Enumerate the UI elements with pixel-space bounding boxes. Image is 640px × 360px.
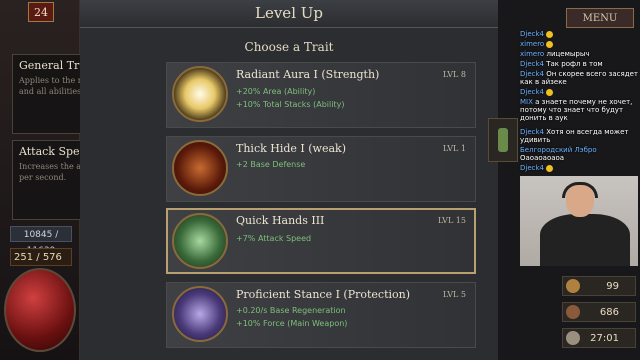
chat-nick: Djeck4 (520, 60, 544, 68)
chat-nick: Белгородский Лэбро (520, 146, 597, 154)
trait-level: LVL 1 (442, 144, 466, 153)
emoji-icon (546, 30, 554, 38)
choose-trait-heading: Choose a Trait (244, 40, 334, 54)
trait-stat: +20% Area (Ability) (236, 87, 316, 96)
chat-message: Djeck4 Он скорее всего засядет как в айз… (520, 70, 638, 86)
proficient-stance-icon (172, 286, 228, 342)
trait-level: LVL 5 (442, 290, 466, 299)
trait-stat: +10% Total Stacks (Ability) (236, 100, 345, 109)
clock-icon (566, 331, 580, 345)
trait-level: LVL 8 (442, 70, 466, 79)
chat-text: а знаете почему не хочет, потому что зна… (520, 98, 633, 122)
chat-nick: Djeck4 (520, 128, 544, 136)
trait-stat: +10% Force (Main Weapon) (236, 319, 348, 328)
trait-name: Radiant Aura I (Strength) (236, 68, 380, 81)
chat-message: Djeck4 (520, 30, 638, 38)
chat-message: ximero (520, 40, 638, 48)
chat-nick: Djeck4 (520, 88, 544, 96)
xp-counter: 10845 / 11639 (10, 226, 72, 256)
chat-message: Белгородский Лэбро Оаоаоаоаоа (520, 146, 638, 162)
chat-nick: Djeck4 (520, 30, 544, 38)
streamer-body (540, 214, 630, 266)
chat-nick: Djeck4 (520, 70, 544, 78)
chat-text: Так рофл в том (546, 60, 603, 68)
trait-stat: +7% Attack Speed (236, 234, 312, 243)
chat-message: MIX а знаете почему не хочет, потому что… (520, 98, 638, 122)
trait-stat: +2 Base Defense (236, 160, 306, 169)
trait-level: LVL 15 (437, 216, 466, 225)
chat-nick: Djeck4 (520, 164, 544, 172)
menu-button[interactable]: MENU (566, 8, 634, 28)
trait-name: Thick Hide I (weak) (236, 142, 346, 155)
quick-hands-icon (172, 213, 228, 269)
chat-message: ximero лицемырыч (520, 50, 638, 58)
potion-icon (498, 128, 508, 152)
emoji-icon (546, 40, 554, 48)
chat-text: Оаоаоаоаоа (520, 154, 565, 162)
emoji-icon (546, 164, 554, 172)
window-title: Level Up (255, 4, 323, 22)
player-level-badge: 24 (28, 2, 54, 22)
trait-name: Proficient Stance I (Protection) (236, 288, 411, 301)
trait-stat: +0.20/s Base Regeneration (236, 306, 346, 315)
thick-hide-icon (172, 140, 228, 196)
item-bag-icon (566, 305, 580, 319)
chat-message: Djeck4 Так рофл в том (520, 60, 638, 68)
trait-name: Quick Hands III (236, 214, 325, 227)
chat-message: Djeck4 (520, 88, 638, 96)
chat-text: лицемырыч (546, 50, 590, 58)
chat-nick: ximero (520, 40, 545, 48)
hp-counter: 251 / 576 (10, 248, 72, 266)
chat-nick: MIX (520, 98, 533, 106)
gold-icon (566, 279, 580, 293)
chat-message: Djeck4 (520, 164, 638, 172)
emoji-icon (546, 88, 554, 96)
chat-nick: ximero (520, 50, 545, 58)
health-orb (4, 268, 76, 352)
chat-message: Djeck4 Хотя он всегда может удивить (520, 128, 638, 144)
radiant-aura-icon (172, 66, 228, 122)
